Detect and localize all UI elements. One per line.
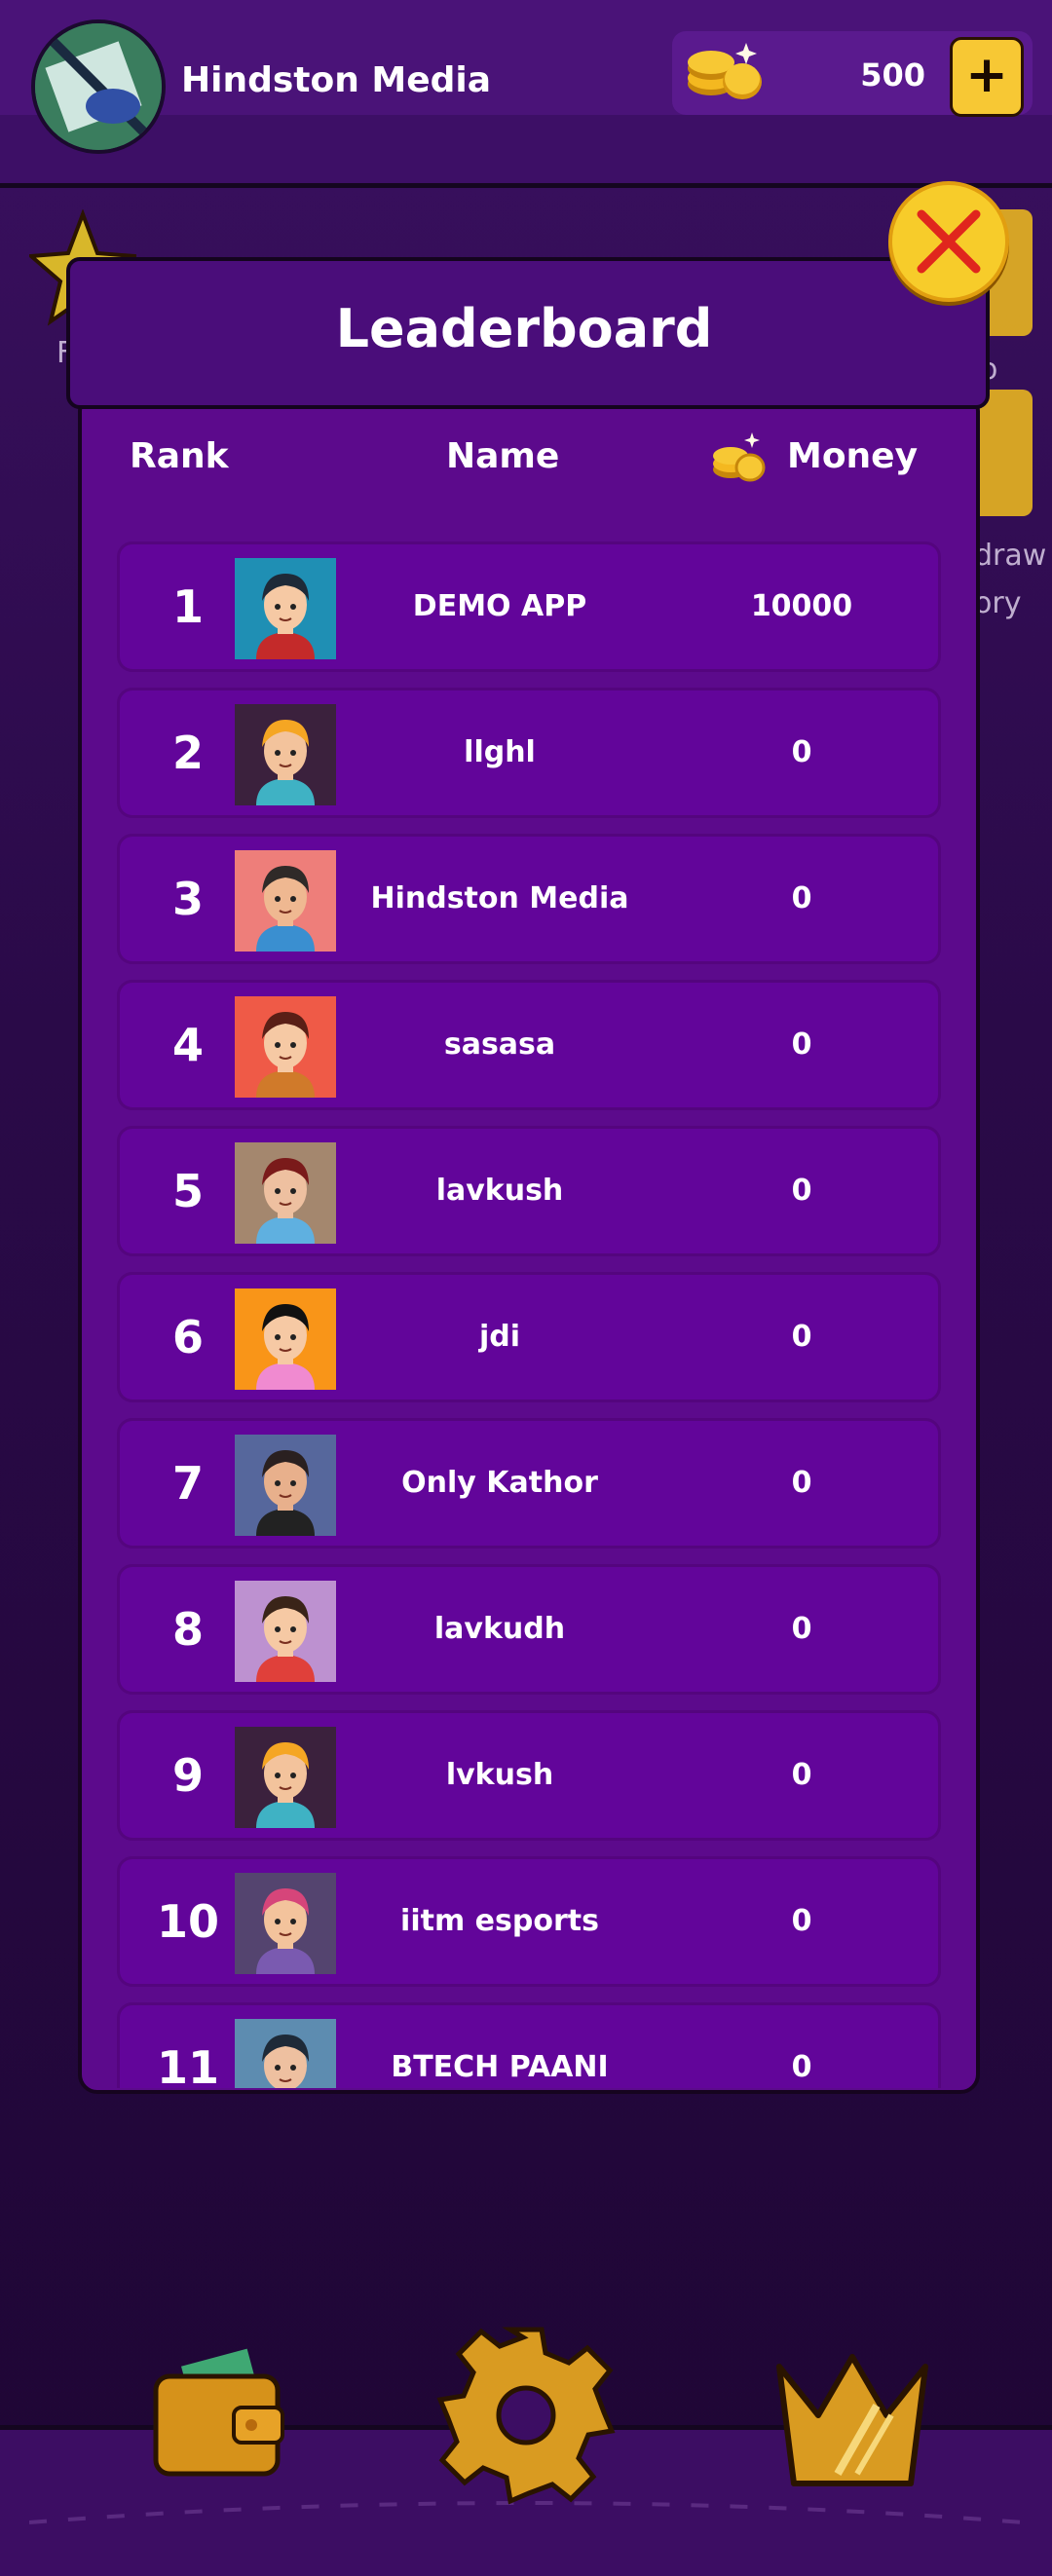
- table-row: 5 lavkush 0: [117, 1126, 941, 1256]
- rank-number: 6: [171, 1311, 204, 1363]
- gold-coins-icon: [709, 430, 768, 485]
- player-money: 0: [791, 881, 812, 915]
- close-button[interactable]: [888, 181, 1009, 302]
- player-money: 0: [791, 1904, 812, 1938]
- rank-number: 4: [171, 1019, 204, 1071]
- player-avatar: [235, 1581, 336, 1682]
- rank-number: 5: [171, 1165, 204, 1217]
- rank-number: 3: [171, 873, 204, 925]
- background-label: draw: [974, 539, 1047, 573]
- table-row: 1 DEMO APP 10000: [117, 541, 941, 672]
- rank-number: 10: [156, 1895, 219, 1948]
- player-name: llghl: [464, 735, 536, 769]
- player-name: BTECH PAANI: [391, 2050, 609, 2084]
- table-row: 2 llghl 0: [117, 688, 941, 818]
- player-avatar: [235, 996, 336, 1098]
- leaderboard-title: Leaderboard: [335, 298, 713, 359]
- player-money: 0: [791, 1320, 812, 1354]
- player-name: Only Kathor: [401, 1466, 598, 1500]
- player-avatar: [235, 2019, 336, 2088]
- player-money: 0: [791, 735, 812, 769]
- player-money: 0: [791, 1027, 812, 1062]
- player-name: lavkush: [435, 1174, 564, 1208]
- player-name: DEMO APP: [412, 589, 587, 623]
- player-money: 0: [791, 1612, 812, 1646]
- table-row: 8 lavkudh 0: [117, 1564, 941, 1695]
- table-row: 4 sasasa 0: [117, 980, 941, 1110]
- rank-number: 9: [171, 1749, 204, 1802]
- player-name: lvkush: [445, 1758, 554, 1792]
- profile-avatar[interactable]: [31, 19, 166, 154]
- crown-icon[interactable]: [770, 2347, 935, 2493]
- player-avatar: [235, 704, 336, 805]
- wallet-icon[interactable]: [146, 2347, 292, 2483]
- player-avatar: [235, 1727, 336, 1828]
- player-name: sasasa: [443, 1027, 556, 1062]
- table-row: 6 jdi 0: [117, 1272, 941, 1402]
- player-name: iitm esports: [400, 1904, 599, 1938]
- player-money: 0: [791, 2050, 812, 2084]
- leaderboard-list[interactable]: 1 DEMO APP 10000 2 llghl 0 3 Hindston Media 0 4 sa…: [117, 541, 945, 2088]
- column-header-rank: Rank: [130, 436, 229, 476]
- column-header-money: Money: [787, 436, 919, 476]
- gold-coins-icon: [682, 37, 770, 105]
- player-money: 10000: [750, 589, 853, 623]
- table-row: 10 iitm esports 0: [117, 1856, 941, 1987]
- close-icon: [917, 209, 981, 274]
- table-row: 11 BTECH PAANI 0: [117, 2002, 941, 2088]
- table-row: 7 Only Kathor 0: [117, 1418, 941, 1549]
- top-bar-strip: [0, 115, 1052, 188]
- rank-number: 11: [156, 2041, 219, 2088]
- player-name: lavkudh: [433, 1612, 566, 1646]
- username: Hindston Media: [181, 60, 492, 100]
- player-avatar: [235, 1873, 336, 1974]
- player-money: 0: [791, 1466, 812, 1500]
- player-money: 0: [791, 1758, 812, 1792]
- player-avatar: [235, 850, 336, 952]
- rank-number: 2: [171, 727, 204, 779]
- player-name: Hindston Media: [370, 881, 629, 915]
- player-avatar: [235, 1142, 336, 1244]
- coin-count: 500: [860, 56, 925, 93]
- column-header-name: Name: [446, 436, 560, 476]
- player-avatar: [235, 1288, 336, 1390]
- player-name: jdi: [478, 1320, 521, 1354]
- rank-number: 7: [171, 1457, 204, 1510]
- player-avatar: [235, 1435, 336, 1536]
- add-coins-button[interactable]: +: [950, 37, 1024, 117]
- rank-number: 1: [171, 580, 204, 633]
- player-money: 0: [791, 1174, 812, 1208]
- player-avatar: [235, 558, 336, 659]
- table-row: 9 lvkush 0: [117, 1710, 941, 1841]
- background-label: ory: [974, 586, 1022, 620]
- rank-number: 8: [171, 1603, 204, 1656]
- table-row: 3 Hindston Media 0: [117, 834, 941, 964]
- gear-icon[interactable]: [433, 2323, 619, 2508]
